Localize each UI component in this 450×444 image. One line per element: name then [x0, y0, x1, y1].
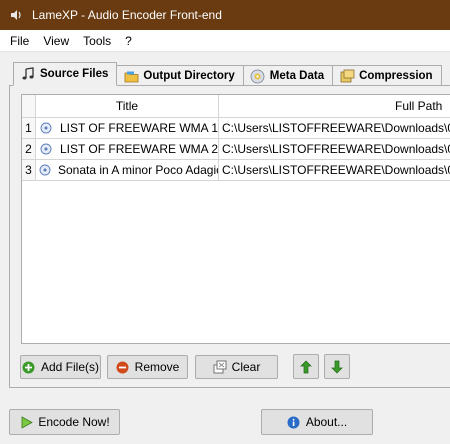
clear-label: Clear [231, 360, 261, 374]
remove-button[interactable]: Remove [107, 355, 188, 379]
row-number: 2 [22, 139, 36, 159]
info-icon [287, 415, 301, 429]
file-table[interactable]: Title Full Path 1 LIST OF FREEWARE WMA 1… [21, 94, 450, 344]
table-header: Title Full Path [22, 95, 450, 118]
about-button[interactable]: About... [261, 409, 373, 435]
source-files-panel: Title Full Path 1 LIST OF FREEWARE WMA 1… [9, 85, 450, 388]
audio-file-icon [39, 142, 53, 156]
table-row[interactable]: 1 LIST OF FREEWARE WMA 1 C:\Users\LISTOF… [22, 118, 450, 139]
path-cell: C:\Users\LISTOFFREEWARE\Downloads\000000 [222, 163, 450, 177]
row-number: 3 [22, 160, 36, 180]
speaker-icon [8, 7, 24, 23]
move-down-button[interactable] [324, 354, 350, 379]
table-row[interactable]: 2 LIST OF FREEWARE WMA 2 C:\Users\LISTOF… [22, 139, 450, 160]
menu-view[interactable]: View [36, 30, 76, 52]
tab-label: Compression [359, 70, 433, 82]
clear-icon [213, 360, 227, 374]
compress-icon [339, 68, 355, 84]
menu-bar: File View Tools ? [0, 30, 450, 52]
music-note-icon [20, 66, 36, 82]
tab-source-files[interactable]: Source Files [13, 62, 118, 86]
cd-icon [250, 68, 266, 84]
column-header-full-path[interactable]: Full Path [219, 95, 450, 118]
title-text: LIST OF FREEWARE WMA 2 [59, 142, 218, 156]
audio-file-icon [39, 121, 53, 135]
folder-icon [123, 68, 139, 84]
path-cell: C:\Users\LISTOFFREEWARE\Downloads\000000 [222, 142, 450, 156]
title-cell: Sonata in A minor Poco Adagio [36, 160, 219, 180]
path-cell: C:\Users\LISTOFFREEWARE\Downloads\000000 [222, 121, 450, 135]
window-title: LameXP - Audio Encoder Front-end [32, 8, 222, 22]
encode-now-label: Encode Now! [38, 415, 110, 429]
arrow-up-icon [299, 360, 313, 374]
add-files-label: Add File(s) [40, 360, 99, 374]
move-up-button[interactable] [293, 354, 319, 379]
add-files-button[interactable]: Add File(s) [20, 355, 101, 379]
menu-file[interactable]: File [0, 30, 36, 52]
tab-label: Output Directory [143, 70, 235, 82]
arrow-down-icon [330, 360, 344, 374]
tab-output-directory[interactable]: Output Directory [116, 65, 244, 86]
column-header-title[interactable]: Title [36, 95, 219, 118]
row-number: 1 [22, 118, 36, 138]
tab-meta-data[interactable]: Meta Data [242, 65, 334, 86]
clear-button[interactable]: Clear [195, 355, 278, 379]
title-cell: LIST OF FREEWARE WMA 2 [36, 139, 219, 159]
table-row[interactable]: 3 Sonata in A minor Poco Adagio C:\Users… [22, 160, 450, 181]
tab-compression[interactable]: Compression [332, 65, 442, 86]
about-label: About... [305, 415, 348, 429]
menu-tools[interactable]: Tools [76, 30, 118, 52]
table-corner [22, 95, 36, 117]
menu-help[interactable]: ? [118, 30, 139, 52]
title-cell: LIST OF FREEWARE WMA 1 [36, 118, 219, 138]
tab-label: Source Files [40, 68, 109, 80]
encode-now-button[interactable]: Encode Now! [9, 409, 120, 435]
play-icon [19, 415, 33, 429]
remove-label: Remove [134, 360, 180, 374]
tab-bar: Source Files Output Directory Meta Data [13, 62, 442, 86]
tab-label: Meta Data [269, 70, 325, 82]
title-text: LIST OF FREEWARE WMA 1 [59, 121, 218, 135]
title-bar: LameXP - Audio Encoder Front-end [0, 0, 450, 30]
audio-file-icon [39, 163, 51, 177]
remove-icon [116, 360, 130, 374]
title-text: Sonata in A minor Poco Adagio [58, 163, 219, 177]
add-icon [22, 360, 36, 374]
